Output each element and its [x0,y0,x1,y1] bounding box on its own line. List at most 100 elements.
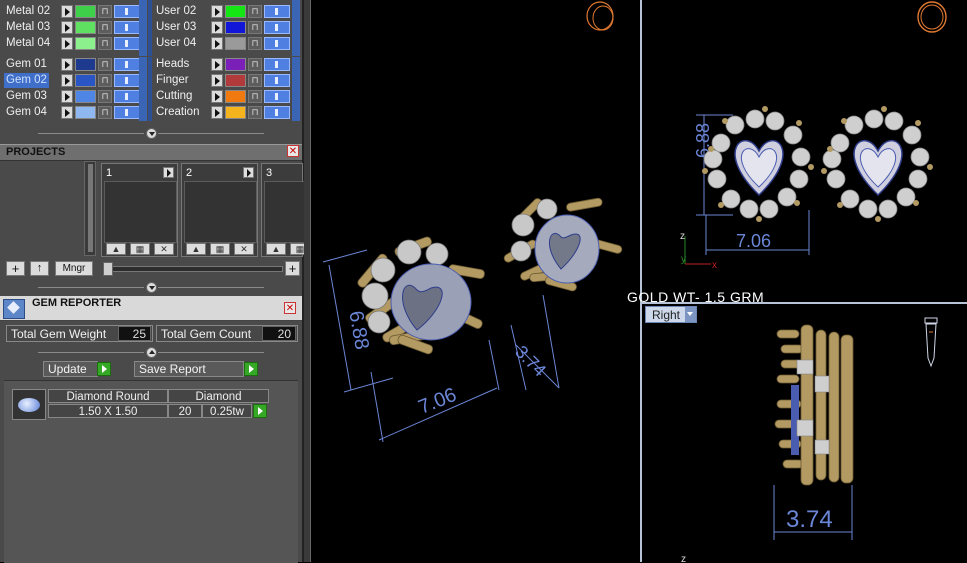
lock-icon[interactable]: ⊓ [98,74,112,87]
delete-icon[interactable]: ✕ [234,243,254,255]
layer-row[interactable]: Metal 04 ⊓ [6,36,141,51]
layer-visibility-toggle[interactable] [264,74,290,87]
layer-expand-icon[interactable] [61,90,73,103]
lock-icon[interactable]: ⊓ [98,37,112,50]
up-arrow-icon[interactable]: ▲ [186,243,206,255]
projects-scrollbar[interactable] [84,161,96,256]
projects-collapse-button[interactable] [146,282,157,293]
layer-color-swatch[interactable] [225,5,246,18]
lock-icon[interactable]: ⊓ [248,37,262,50]
layer-visibility-toggle[interactable] [114,58,140,71]
layer-expand-icon[interactable] [211,37,223,50]
layer-visibility-toggle[interactable] [114,5,140,18]
layer-row[interactable]: Finger ⊓ [156,73,291,88]
layer-expand-icon[interactable] [61,21,73,34]
layers-collapse-button[interactable] [146,128,157,139]
save-report-go-icon[interactable] [244,362,258,376]
project-manager-button[interactable]: Mngr [55,261,93,276]
layer-color-swatch[interactable] [75,106,96,119]
lock-icon[interactable]: ⊓ [248,21,262,34]
layer-expand-icon[interactable] [211,58,223,71]
layer-visibility-toggle[interactable] [264,37,290,50]
layer-expand-icon[interactable] [61,5,73,18]
lock-icon[interactable]: ⊓ [98,5,112,18]
layer-row[interactable]: Gem 03 ⊓ [6,89,141,104]
total-gem-weight-field[interactable]: 25 [118,326,151,341]
layer-visibility-toggle[interactable] [264,58,290,71]
lock-icon[interactable]: ⊓ [98,58,112,71]
layer-expand-icon[interactable] [61,106,73,119]
project-thumbnail[interactable] [184,181,257,243]
layer-row[interactable]: User 03 ⊓ [156,20,291,35]
lock-icon[interactable]: ⊓ [248,58,262,71]
projects-close-button[interactable]: ✕ [287,145,299,157]
layer-expand-icon[interactable] [211,106,223,119]
play-icon[interactable] [163,167,174,178]
lock-icon[interactable]: ⊓ [248,106,262,119]
update-button[interactable]: Update [43,361,98,377]
layer-color-swatch[interactable] [75,5,96,18]
view-name-dropdown[interactable]: Right [645,306,697,323]
layers-right-scroll[interactable] [292,0,300,56]
layer-visibility-toggle[interactable] [114,21,140,34]
up-arrow-icon[interactable]: ▲ [266,243,286,255]
gem-reporter-collapse-button[interactable] [146,347,157,358]
project-up-button[interactable]: ↑ [30,261,49,276]
project-zoom-slider[interactable] [103,262,283,276]
layer-expand-icon[interactable] [211,74,223,87]
layer-visibility-toggle[interactable] [114,37,140,50]
layer-row[interactable]: User 04 ⊓ [156,36,291,51]
save-icon[interactable]: ▦ [130,243,150,255]
layer-color-swatch[interactable] [75,21,96,34]
layer-row[interactable]: Metal 03 ⊓ [6,20,141,35]
layer-row[interactable]: User 02 ⊓ [156,4,291,19]
lock-icon[interactable]: ⊓ [98,106,112,119]
layer-row[interactable]: Gem 02 ⊓ [4,73,141,88]
project-thumbnail[interactable] [104,181,177,243]
layer-visibility-toggle[interactable] [264,90,290,103]
lock-icon[interactable]: ⊓ [248,90,262,103]
layer-row[interactable]: Metal 02 ⊓ [6,4,141,19]
lock-icon[interactable]: ⊓ [248,74,262,87]
play-icon[interactable] [243,167,254,178]
projects-scroll-thumb[interactable] [88,164,93,252]
lock-icon[interactable]: ⊓ [98,90,112,103]
gem-go-icon[interactable] [253,404,267,418]
layer-color-swatch[interactable] [225,58,246,71]
up-arrow-icon[interactable]: ▲ [106,243,126,255]
layer-expand-icon[interactable] [211,90,223,103]
layer-row[interactable]: Gem 01 ⊓ [6,57,141,72]
layer-row[interactable]: Creation ⊓ [156,105,291,120]
zoom-in-button[interactable]: + [285,261,300,276]
layer-expand-icon[interactable] [211,21,223,34]
update-go-icon[interactable] [97,362,111,376]
project-card[interactable]: 2 ▲ ▦ ✕ [181,163,258,257]
project-card[interactable]: 3 ▲ ▦ [261,163,337,257]
lock-icon[interactable]: ⊓ [248,5,262,18]
project-zoom-thumb[interactable] [103,262,113,276]
layer-visibility-toggle[interactable] [114,74,140,87]
layer-visibility-toggle[interactable] [264,106,290,119]
layer-expand-icon[interactable] [211,5,223,18]
gem-reporter-close-button[interactable]: ✕ [284,302,296,314]
layer-color-swatch[interactable] [75,37,96,50]
layer-color-swatch[interactable] [75,74,96,87]
layer-row[interactable]: Heads ⊓ [156,57,291,72]
layer-expand-icon[interactable] [61,74,73,87]
layer-expand-icon[interactable] [61,58,73,71]
layer-row[interactable]: Cutting ⊓ [156,89,291,104]
layer-expand-icon[interactable] [61,37,73,50]
layer-color-swatch[interactable] [225,21,246,34]
chevron-down-icon[interactable] [685,307,696,322]
layer-visibility-toggle[interactable] [114,90,140,103]
layer-visibility-toggle[interactable] [264,21,290,34]
layers-left-scroll-lower[interactable] [139,57,147,121]
layer-color-swatch[interactable] [225,37,246,50]
layer-color-swatch[interactable] [75,58,96,71]
layer-color-swatch[interactable] [75,90,96,103]
layer-color-swatch[interactable] [225,106,246,119]
layers-right-scroll-lower[interactable] [292,57,300,121]
delete-icon[interactable]: ✕ [154,243,174,255]
save-report-button[interactable]: Save Report [134,361,244,377]
layers-left-scroll[interactable] [139,0,147,56]
